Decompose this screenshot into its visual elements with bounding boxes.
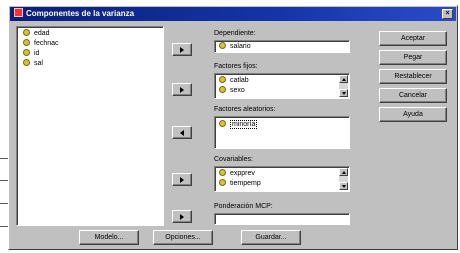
cancelar-button[interactable]: Cancelar [379, 88, 447, 103]
scroll-down-button[interactable] [339, 182, 348, 190]
scale-variable-icon [219, 86, 226, 93]
aceptar-button[interactable]: Aceptar [379, 31, 447, 46]
arrow-left-icon [180, 130, 184, 136]
window-title: Componentes de la varianza [26, 9, 135, 18]
scale-variable-icon [23, 49, 30, 56]
scale-variable-icon [219, 76, 226, 83]
factores-fijos-label: Factores fijos: [214, 63, 258, 70]
ponderacion-label: Ponderación MCP: [214, 203, 273, 210]
scale-variable-icon [23, 39, 30, 46]
scroll-down-button[interactable] [339, 89, 348, 97]
restablecer-button[interactable]: Restablecer [379, 69, 447, 84]
list-item[interactable]: edad [23, 29, 50, 39]
scale-variable-icon [219, 169, 226, 176]
dependiente-value-item: salario [219, 42, 251, 52]
ponderacion-field[interactable] [214, 213, 350, 225]
list-item[interactable]: fechnac [23, 39, 59, 49]
move-to-covariables-button[interactable] [172, 173, 192, 186]
arrow-right-icon [180, 47, 184, 53]
list-item[interactable]: minoría [219, 120, 258, 130]
source-variable-list[interactable]: edad fechnac id sal [16, 26, 164, 226]
list-item[interactable]: id [23, 49, 39, 59]
guardar-button[interactable]: Guardar... [241, 230, 301, 245]
factores-fijos-list[interactable]: catlab sexo [214, 73, 350, 99]
scrollbar[interactable] [339, 75, 348, 97]
list-item[interactable]: expprev [219, 169, 255, 179]
scroll-up-button[interactable] [339, 75, 348, 83]
covariables-list[interactable]: expprev tiempemp [214, 166, 350, 192]
scale-variable-icon [23, 59, 30, 66]
list-item[interactable]: sal [23, 59, 43, 69]
move-to-ponderacion-button[interactable] [172, 210, 192, 223]
close-button[interactable]: × [442, 9, 453, 19]
modelo-button[interactable]: Modelo... [79, 230, 139, 245]
scrollbar[interactable] [339, 168, 348, 190]
chevron-up-icon [342, 171, 346, 174]
move-to-factores-fijos-button[interactable] [172, 83, 192, 96]
scroll-up-button[interactable] [339, 168, 348, 176]
pegar-button[interactable]: Pegar [379, 50, 447, 65]
scale-variable-icon [219, 179, 226, 186]
factores-aleatorios-label: Factores aleatorios: [214, 106, 276, 113]
title-bar[interactable]: Componentes de la varianza × [10, 7, 456, 21]
dependiente-field[interactable]: salario [214, 40, 350, 53]
scale-variable-icon [219, 120, 226, 127]
arrow-right-icon [180, 214, 184, 220]
list-item[interactable]: tiempemp [219, 179, 261, 189]
opciones-button[interactable]: Opciones... [153, 230, 213, 245]
covariables-label: Covariables: [214, 156, 253, 163]
app-icon [14, 8, 23, 17]
factores-aleatorios-list[interactable]: minoría [214, 116, 350, 149]
dialog-window: Componentes de la varianza × edad fechna… [8, 5, 458, 250]
move-to-dependiente-button[interactable] [172, 43, 192, 56]
chevron-down-icon [342, 92, 346, 95]
dependiente-label: Dependiente: [214, 30, 256, 37]
list-item[interactable]: catlab [219, 76, 249, 86]
scale-variable-icon [219, 42, 226, 49]
scale-variable-icon [23, 29, 30, 36]
list-item[interactable]: sexo [219, 86, 245, 96]
ayuda-button[interactable]: Ayuda [379, 107, 447, 122]
arrow-right-icon [180, 177, 184, 183]
chevron-up-icon [342, 78, 346, 81]
chevron-down-icon [342, 185, 346, 188]
arrow-right-icon [180, 87, 184, 93]
move-from-factores-aleatorios-button[interactable] [172, 126, 192, 139]
